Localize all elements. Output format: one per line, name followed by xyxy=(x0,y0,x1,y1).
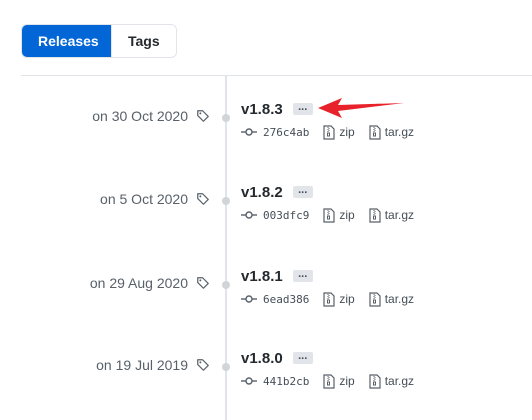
commit-link[interactable]: 003dfc9 xyxy=(241,209,309,222)
more-button[interactable]: ... xyxy=(292,351,313,364)
download-zip-link[interactable]: zip xyxy=(323,124,355,140)
timeline-dot xyxy=(222,114,230,122)
timeline-dot xyxy=(222,363,230,371)
targz-label: tar.gz xyxy=(384,374,415,388)
more-button[interactable]: ... xyxy=(292,269,313,282)
release-date-group: on 5 Oct 2020 xyxy=(100,191,210,207)
zip-label: zip xyxy=(339,208,355,222)
release-date-group: on 29 Aug 2020 xyxy=(90,275,210,291)
file-zip-icon xyxy=(323,124,335,140)
release-version[interactable]: v1.8.1 xyxy=(241,268,283,285)
download-targz-link[interactable]: tar.gz xyxy=(369,124,415,140)
header-divider xyxy=(21,75,532,76)
version-row: v1.8.1 ... xyxy=(241,265,313,287)
file-zip-icon xyxy=(369,291,381,307)
timeline-dot xyxy=(222,281,230,289)
file-zip-icon xyxy=(369,373,381,389)
assets-row: 276c4ab zip tar.gz xyxy=(241,124,414,140)
file-zip-icon xyxy=(323,207,335,223)
release-version[interactable]: v1.8.0 xyxy=(241,350,283,367)
targz-label: tar.gz xyxy=(384,292,415,306)
zip-label: zip xyxy=(339,374,355,388)
download-zip-link[interactable]: zip xyxy=(323,207,355,223)
download-targz-link[interactable]: tar.gz xyxy=(369,373,415,389)
commit-sha: 276c4ab xyxy=(263,125,310,139)
commit-link[interactable]: 6ead386 xyxy=(241,293,309,306)
release-date: on 5 Oct 2020 xyxy=(100,191,188,207)
release-date: on 29 Aug 2020 xyxy=(89,275,188,291)
download-zip-link[interactable]: zip xyxy=(323,373,355,389)
file-zip-icon xyxy=(323,373,335,389)
tag-icon xyxy=(197,110,209,122)
release-item: on 29 Aug 2020 v1.8.1 ... 6ead386 zip ta… xyxy=(0,265,532,325)
more-button[interactable]: ... xyxy=(292,102,313,115)
version-row: v1.8.3 ... xyxy=(241,98,313,120)
targz-label: tar.gz xyxy=(384,125,415,139)
git-commit-icon xyxy=(241,211,257,219)
release-item: on 30 Oct 2020 v1.8.3 ... 276c4ab zip ta… xyxy=(0,98,532,158)
commit-link[interactable]: 441b2cb xyxy=(241,375,309,388)
download-targz-link[interactable]: tar.gz xyxy=(369,207,415,223)
git-commit-icon xyxy=(241,295,257,303)
timeline-dot xyxy=(222,197,230,205)
commit-sha: 6ead386 xyxy=(263,292,310,306)
download-targz-link[interactable]: tar.gz xyxy=(369,291,415,307)
download-zip-link[interactable]: zip xyxy=(323,291,355,307)
release-date: on 30 Oct 2020 xyxy=(92,108,188,124)
commit-link[interactable]: 276c4ab xyxy=(241,126,309,139)
release-date: on 19 Jul 2019 xyxy=(96,357,188,373)
annotation-arrow-icon xyxy=(318,98,404,118)
assets-row: 441b2cb zip tar.gz xyxy=(241,373,414,389)
zip-label: zip xyxy=(339,292,355,306)
assets-row: 6ead386 zip tar.gz xyxy=(241,291,414,307)
commit-sha: 441b2cb xyxy=(263,374,310,388)
commit-sha: 003dfc9 xyxy=(263,208,310,222)
more-button[interactable]: ... xyxy=(292,185,313,198)
assets-row: 003dfc9 zip tar.gz xyxy=(241,207,414,223)
release-date-group: on 30 Oct 2020 xyxy=(92,108,210,124)
file-zip-icon xyxy=(369,124,381,140)
tag-icon xyxy=(197,359,209,371)
release-item: on 19 Jul 2019 v1.8.0 ... 441b2cb zip ta… xyxy=(0,347,532,407)
file-zip-icon xyxy=(369,207,381,223)
tag-icon xyxy=(197,193,209,205)
version-row: v1.8.2 ... xyxy=(241,181,313,203)
git-commit-icon xyxy=(241,377,257,385)
release-version[interactable]: v1.8.2 xyxy=(241,184,283,201)
release-item: on 5 Oct 2020 v1.8.2 ... 003dfc9 zip tar… xyxy=(0,181,532,241)
release-version[interactable]: v1.8.3 xyxy=(241,101,283,118)
release-tabs: Releases Tags xyxy=(21,24,177,58)
git-commit-icon xyxy=(241,128,257,136)
zip-label: zip xyxy=(339,125,355,139)
tag-icon xyxy=(197,277,209,289)
release-date-group: on 19 Jul 2019 xyxy=(96,357,210,373)
version-row: v1.8.0 ... xyxy=(241,347,313,369)
tab-tags[interactable]: Tags xyxy=(111,25,176,57)
targz-label: tar.gz xyxy=(384,208,415,222)
file-zip-icon xyxy=(323,291,335,307)
tab-releases[interactable]: Releases xyxy=(22,25,111,57)
